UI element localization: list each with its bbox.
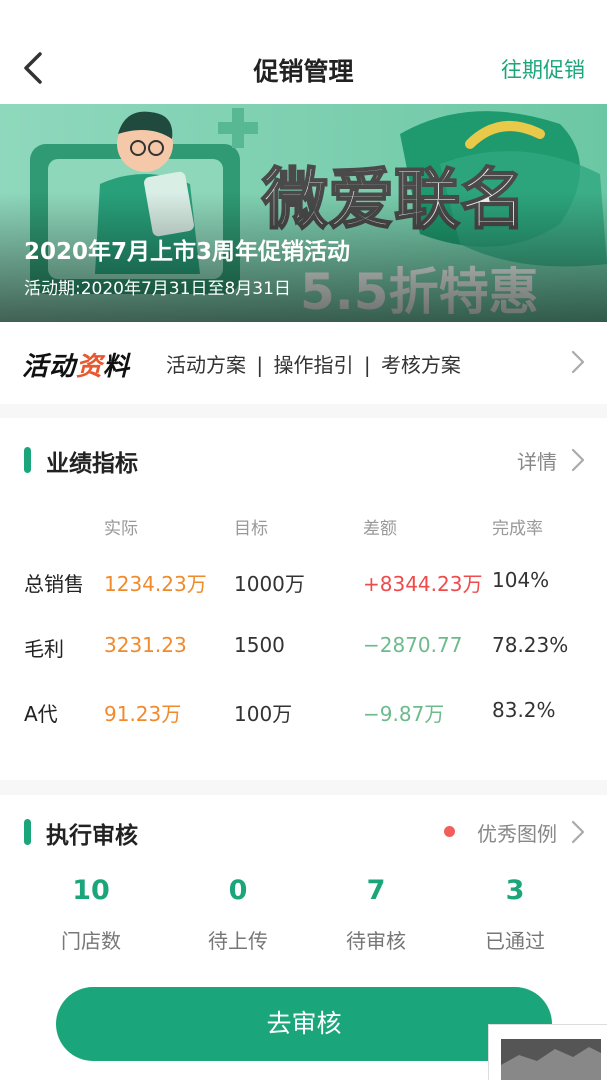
- row-target: 1500: [234, 633, 285, 657]
- performance-card: 业绩指标 详情 实际 目标 差额 完成率 总销售 1234.23万 1000万 …: [0, 418, 607, 780]
- col-header-diff: 差额: [363, 519, 397, 539]
- chevron-right-icon[interactable]: [571, 448, 585, 472]
- link-assessment-plan[interactable]: 考核方案: [381, 353, 461, 377]
- stat-store-count[interactable]: 10: [31, 875, 151, 906]
- row-target: 100万: [234, 702, 293, 726]
- stat-pending-upload[interactable]: 0: [178, 875, 298, 906]
- history-promotions-link[interactable]: 往期促销: [501, 54, 585, 84]
- stat-label: 已通过: [485, 929, 545, 953]
- section-accent-bar: [24, 447, 31, 473]
- chevron-right-icon[interactable]: [571, 820, 585, 844]
- stat-label: 待审核: [346, 929, 406, 953]
- materials-links: 活动方案 | 操作指引 | 考核方案: [166, 353, 461, 377]
- row-label: 毛利: [24, 637, 64, 661]
- stat-pending-review[interactable]: 7: [316, 875, 436, 906]
- section-accent-bar: [24, 819, 31, 845]
- row-target: 1000万: [234, 572, 305, 596]
- red-dot-icon: [444, 826, 455, 837]
- row-rate: 104%: [492, 568, 550, 592]
- row-rate: 78.23%: [492, 633, 569, 657]
- performance-title: 业绩指标: [46, 451, 138, 477]
- link-operation-guide[interactable]: 操作指引: [273, 353, 353, 377]
- col-header-target: 目标: [234, 519, 268, 539]
- link-activity-plan[interactable]: 活动方案: [166, 353, 246, 377]
- row-actual: 1234.23万: [104, 572, 207, 596]
- stat-label: 门店数: [61, 929, 121, 953]
- row-actual: 3231.23: [104, 633, 187, 657]
- stat-label: 待上传: [208, 929, 268, 953]
- col-header-rate: 完成率: [492, 519, 543, 539]
- floating-thumbnail[interactable]: [488, 1024, 607, 1080]
- banner-title: 2020年7月上市3周年促销活动: [24, 239, 351, 265]
- nav-bar: 促销管理 往期促销: [0, 0, 607, 104]
- detail-link[interactable]: 详情: [517, 446, 557, 475]
- chart-thumbnail-icon: [501, 1039, 601, 1080]
- row-rate: 83.2%: [492, 698, 556, 722]
- row-diff: −9.87万: [363, 702, 445, 726]
- banner-period: 活动期:2020年7月31日至8月31日: [24, 279, 291, 299]
- row-label: 总销售: [24, 572, 84, 596]
- excellent-examples-link[interactable]: 优秀图例: [477, 818, 557, 847]
- row-diff: +8344.23万: [363, 572, 483, 596]
- materials-row[interactable]: 活动资料 活动方案 | 操作指引 | 考核方案: [0, 322, 607, 404]
- go-review-button[interactable]: 去审核: [56, 987, 552, 1061]
- stat-approved[interactable]: 3: [455, 875, 575, 906]
- row-label: A代: [24, 702, 58, 726]
- chevron-right-icon[interactable]: [571, 350, 585, 374]
- review-title: 执行审核: [46, 823, 138, 849]
- row-actual: 91.23万: [104, 702, 182, 726]
- row-diff: −2870.77: [363, 633, 463, 657]
- materials-logo: 活动资料: [22, 352, 131, 382]
- promo-banner[interactable]: 微爱联名 5.5折特惠 2020年7月上市3周年促销活动 活动期:2020年7月…: [0, 104, 607, 322]
- col-header-actual: 实际: [104, 519, 138, 539]
